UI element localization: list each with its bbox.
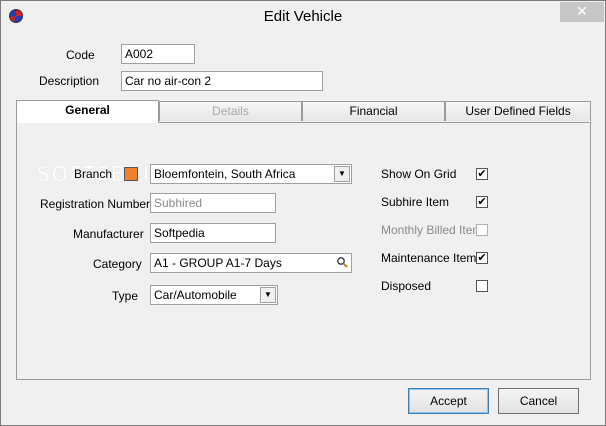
cancel-button[interactable]: Cancel	[498, 388, 579, 414]
show-on-grid-checkbox[interactable]: ✔	[476, 168, 488, 180]
title-bar[interactable]: Edit Vehicle ✕	[1, 1, 605, 33]
description-input[interactable]	[121, 71, 323, 91]
disposed-checkbox[interactable]	[476, 280, 488, 292]
type-label: Type	[112, 289, 139, 303]
maintenance-item-checkbox[interactable]: ✔	[476, 252, 488, 264]
dialog-content: Code Description General Details Financi…	[9, 33, 598, 419]
code-input[interactable]	[121, 44, 195, 64]
registration-input[interactable]	[150, 193, 276, 213]
description-label: Description	[39, 74, 100, 88]
branch-label: Branch	[74, 167, 113, 181]
tab-user-defined-fields[interactable]: User Defined Fields	[445, 101, 591, 121]
category-label: Category	[93, 257, 142, 271]
manufacturer-input[interactable]	[150, 223, 276, 243]
type-dropdown[interactable]: Car/Automobile ▼	[150, 285, 278, 305]
branch-value: Bloemfontein, South Africa	[154, 167, 296, 181]
tab-strip: General Details Financial User Defined F…	[16, 100, 591, 123]
subhire-item-label: Subhire Item	[381, 195, 450, 209]
accept-button[interactable]: Accept	[408, 388, 489, 414]
tab-details[interactable]: Details	[159, 101, 302, 121]
branch-dropdown[interactable]: Bloemfontein, South Africa ▼	[150, 164, 352, 184]
chevron-down-icon[interactable]: ▼	[334, 166, 350, 182]
monthly-billed-item-label: Monthly Billed Item	[381, 223, 483, 237]
chevron-down-icon[interactable]: ▼	[260, 287, 276, 303]
registration-label: Registration Number	[40, 197, 151, 211]
disposed-label: Disposed	[381, 279, 432, 293]
category-lookup[interactable]: A1 - GROUP A1-7 Days	[150, 253, 352, 273]
general-tab-panel	[16, 122, 591, 380]
window-title: Edit Vehicle	[263, 8, 343, 25]
manufacturer-label: Manufacturer	[73, 227, 144, 241]
magnifier-icon[interactable]	[334, 255, 350, 271]
branch-color-swatch[interactable]	[124, 167, 138, 181]
maintenance-item-label: Maintenance Item	[381, 251, 477, 265]
type-value: Car/Automobile	[154, 288, 237, 302]
monthly-billed-item-checkbox[interactable]	[476, 224, 488, 236]
tab-general[interactable]: General	[16, 100, 159, 123]
category-value: A1 - GROUP A1-7 Days	[154, 256, 282, 270]
close-button[interactable]: ✕	[560, 2, 604, 22]
tab-financial[interactable]: Financial	[302, 101, 445, 121]
edit-vehicle-dialog: Edit Vehicle ✕ Code Description General …	[0, 0, 606, 426]
show-on-grid-label: Show On Grid	[381, 167, 457, 181]
subhire-item-checkbox[interactable]: ✔	[476, 196, 488, 208]
code-label: Code	[66, 48, 95, 62]
